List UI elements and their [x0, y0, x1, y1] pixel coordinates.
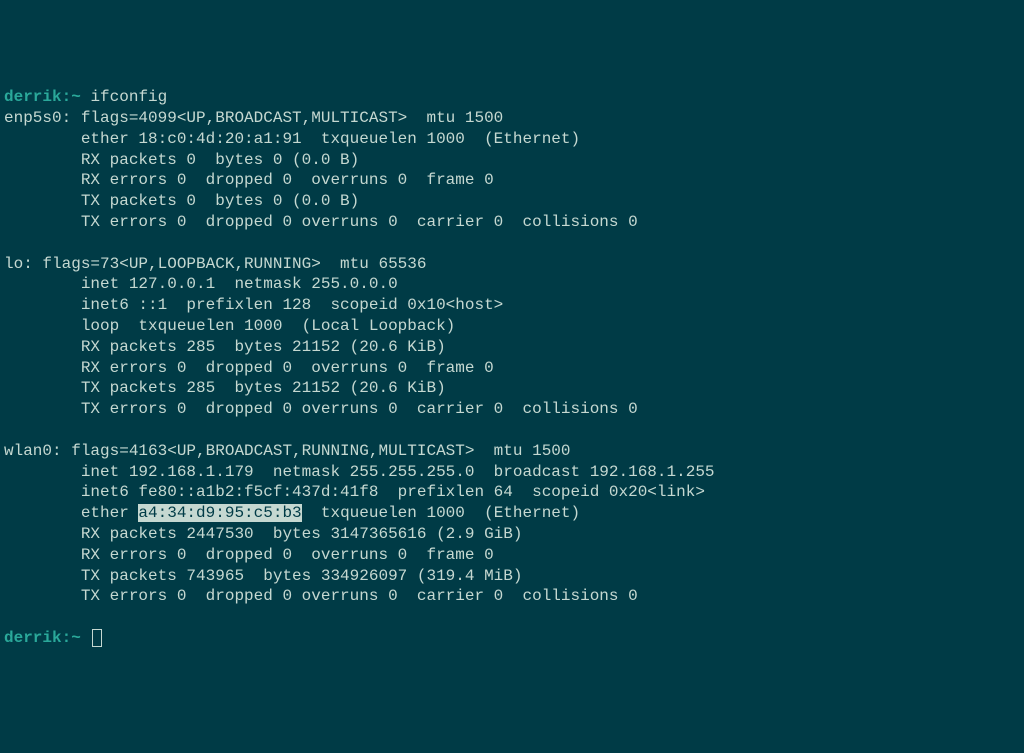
prompt-path: ~ [71, 88, 81, 106]
iface-wlan0-inet: inet 192.168.1.179 netmask 255.255.255.0… [4, 462, 1020, 483]
ether-prefix: ether [4, 504, 138, 522]
terminal-output[interactable]: derrik:~ ifconfigenp5s0: flags=4099<UP,B… [4, 87, 1020, 649]
prompt-separator: : [62, 629, 72, 647]
iface-wlan0-inet6: inet6 fe80::a1b2:f5cf:437d:41f8 prefixle… [4, 482, 1020, 503]
iface-wlan0-rx-errors: RX errors 0 dropped 0 overruns 0 frame 0 [4, 545, 1020, 566]
iface-lo-tx-errors: TX errors 0 dropped 0 overruns 0 carrier… [4, 399, 1020, 420]
iface-enp5s0-tx-errors: TX errors 0 dropped 0 overruns 0 carrier… [4, 212, 1020, 233]
mac-address-highlight: a4:34:d9:95:c5:b3 [138, 504, 301, 522]
iface-enp5s0-rx-errors: RX errors 0 dropped 0 overruns 0 frame 0 [4, 170, 1020, 191]
iface-lo-loop: loop txqueuelen 1000 (Local Loopback) [4, 316, 1020, 337]
prompt-user: derrik [4, 88, 62, 106]
iface-lo-inet: inet 127.0.0.1 netmask 255.0.0.0 [4, 274, 1020, 295]
prompt-path: ~ [71, 629, 81, 647]
iface-wlan0-ether: ether a4:34:d9:95:c5:b3 txqueuelen 1000 … [4, 503, 1020, 524]
iface-lo-rx-errors: RX errors 0 dropped 0 overruns 0 frame 0 [4, 358, 1020, 379]
iface-wlan0-flags: wlan0: flags=4163<UP,BROADCAST,RUNNING,M… [4, 441, 1020, 462]
ether-suffix: txqueuelen 1000 (Ethernet) [302, 504, 580, 522]
iface-lo-tx-packets: TX packets 285 bytes 21152 (20.6 KiB) [4, 378, 1020, 399]
iface-enp5s0-ether: ether 18:c0:4d:20:a1:91 txqueuelen 1000 … [4, 129, 1020, 150]
iface-enp5s0-rx-packets: RX packets 0 bytes 0 (0.0 B) [4, 150, 1020, 171]
iface-enp5s0-tx-packets: TX packets 0 bytes 0 (0.0 B) [4, 191, 1020, 212]
iface-wlan0-tx-packets: TX packets 743965 bytes 334926097 (319.4… [4, 566, 1020, 587]
cursor-icon [92, 629, 102, 647]
prompt-separator: : [62, 88, 72, 106]
iface-wlan0-tx-errors: TX errors 0 dropped 0 overruns 0 carrier… [4, 586, 1020, 607]
iface-lo-rx-packets: RX packets 285 bytes 21152 (20.6 KiB) [4, 337, 1020, 358]
prompt-user: derrik [4, 629, 62, 647]
iface-lo-inet6: inet6 ::1 prefixlen 128 scopeid 0x10<hos… [4, 295, 1020, 316]
command-text: ifconfig [90, 88, 167, 106]
iface-wlan0-rx-packets: RX packets 2447530 bytes 3147365616 (2.9… [4, 524, 1020, 545]
blank-line [4, 233, 1020, 254]
iface-lo-flags: lo: flags=73<UP,LOOPBACK,RUNNING> mtu 65… [4, 254, 1020, 275]
blank-line [4, 607, 1020, 628]
blank-line [4, 420, 1020, 441]
iface-enp5s0-flags: enp5s0: flags=4099<UP,BROADCAST,MULTICAS… [4, 108, 1020, 129]
prompt-line-1: derrik:~ ifconfig [4, 87, 1020, 108]
prompt-line-2: derrik:~ [4, 628, 1020, 649]
